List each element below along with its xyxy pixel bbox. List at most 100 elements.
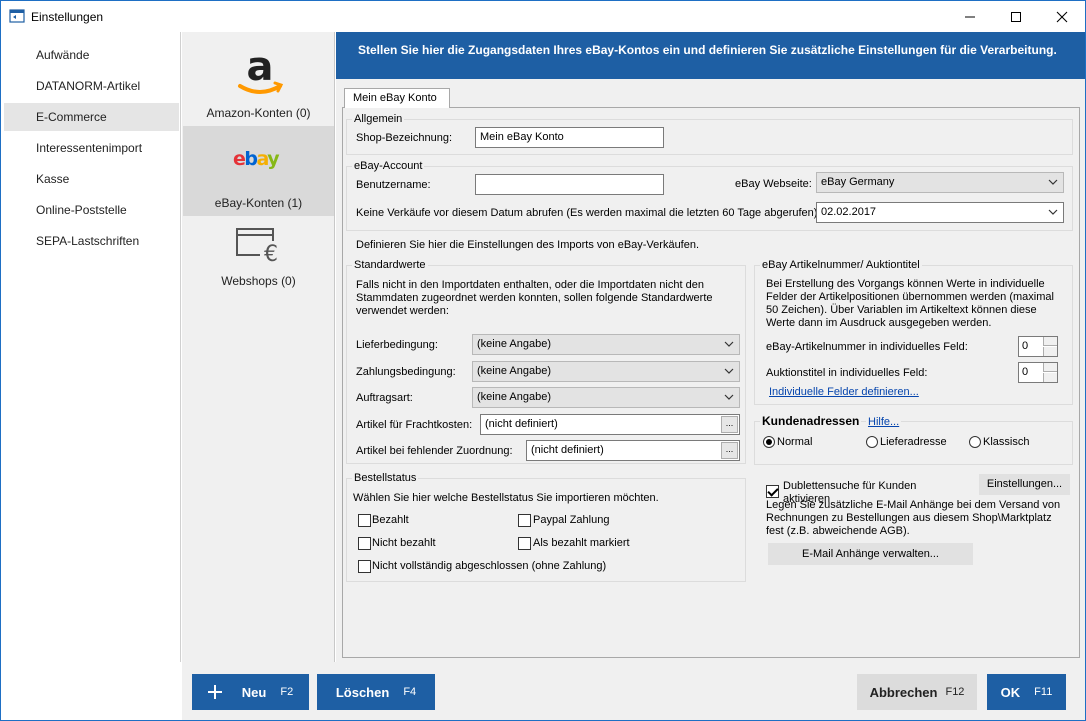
chevron-down-icon [724, 394, 734, 400]
status-bezahlt-label: Bezahlt [372, 514, 409, 526]
webshops-label: Webshops (0) [221, 274, 296, 288]
freight-article-field[interactable]: (nicht definiert) ... [480, 414, 740, 435]
status-unvollstaendig-checkbox[interactable] [358, 560, 371, 573]
group-ebay-account-title: eBay-Account [352, 160, 425, 172]
order-type-value: (keine Angabe) [477, 391, 551, 403]
date-picker[interactable]: 02.02.2017 [816, 202, 1064, 223]
payment-terms-label: Zahlungsbedingung: [356, 366, 456, 378]
ok-button-shortcut: F11 [1034, 686, 1053, 698]
shop-name-label: Shop-Bezeichnung: [356, 132, 453, 144]
nav-item-interessentenimport[interactable]: Interessentenimport [4, 134, 179, 162]
auction-title-field-label: Auktionstitel in individuelles Feld: [766, 367, 928, 379]
address-delivery-label: Lieferadresse [880, 436, 947, 448]
username-label: Benutzername: [356, 179, 431, 191]
missing-article-field[interactable]: (nicht definiert) ... [526, 440, 740, 461]
payment-terms-value: (keine Angabe) [477, 365, 551, 377]
info-banner: Stellen Sie hier die Zugangsdaten Ihres … [336, 32, 1085, 79]
ok-button[interactable]: OK F11 [987, 674, 1066, 710]
amazon-logo-icon: a [238, 44, 284, 94]
delete-button-label: Löschen [335, 684, 390, 700]
date-label: Keine Verkäufe vor diesem Datum abrufen … [356, 207, 821, 219]
address-delivery-radio[interactable] [866, 436, 878, 448]
bestellstatus-description: Wählen Sie hier welche Bestellstatus Sie… [353, 492, 659, 504]
svg-text:€: € [264, 242, 278, 264]
delivery-terms-select[interactable]: (keine Angabe) [472, 334, 740, 355]
account-type-ebay[interactable]: ebay eBay-Konten (1) [183, 126, 334, 216]
chevron-down-icon [724, 368, 734, 374]
missing-article-browse-button[interactable]: ... [721, 442, 738, 459]
import-heading: Definieren Sie hier die Einstellungen de… [356, 239, 700, 251]
status-nicht-bezahlt-label: Nicht bezahlt [372, 537, 436, 549]
account-type-webshops[interactable]: € Webshops (0) [183, 216, 334, 306]
ok-button-label: OK [1000, 684, 1021, 700]
chevron-down-icon [724, 341, 734, 347]
tab-mein-ebay-konto[interactable]: Mein eBay Konto [344, 88, 450, 108]
delivery-terms-value: (keine Angabe) [477, 338, 551, 350]
nav-item-sepa[interactable]: SEPA-Lastschriften [4, 227, 179, 255]
stepper-up-button[interactable] [1043, 337, 1057, 346]
chevron-down-icon [1048, 179, 1058, 185]
account-type-amazon[interactable]: a Amazon-Konten (0) [183, 36, 334, 126]
close-button[interactable] [1039, 1, 1085, 32]
maximize-button[interactable] [993, 1, 1039, 32]
stepper-down-button[interactable] [1043, 373, 1057, 382]
cancel-button[interactable]: Abbrechen F12 [857, 674, 977, 710]
stepper-down-button[interactable] [1043, 347, 1057, 356]
minimize-button[interactable] [947, 1, 993, 32]
window-title: Einstellungen [31, 10, 104, 24]
shop-name-input[interactable]: Mein eBay Konto [475, 127, 664, 148]
chevron-down-icon [1048, 209, 1058, 215]
close-icon [1056, 11, 1068, 22]
account-type-list: a Amazon-Konten (0) ebay eBay-Konten (1)… [182, 32, 335, 662]
freight-article-browse-button[interactable]: ... [721, 416, 738, 433]
status-unvollstaendig-label: Nicht vollständig abgeschlossen (ohne Za… [372, 560, 607, 572]
artikelnummer-description: Bei Erstellung des Vorgangs können Werte… [766, 278, 1054, 329]
title-bar: Einstellungen [1, 1, 1085, 32]
date-value: 02.02.2017 [821, 206, 877, 218]
customer-address-help-link[interactable]: Hilfe... [866, 416, 902, 428]
define-custom-fields-link[interactable]: Individuelle Felder definieren... [769, 386, 919, 398]
order-type-select[interactable]: (keine Angabe) [472, 387, 740, 408]
standardwerte-description: Falls nicht in den Importdaten enthalten… [356, 279, 713, 317]
nav-item-aufwaende[interactable]: Aufwände [4, 41, 179, 69]
manage-email-attachments-button[interactable]: E-Mail Anhänge verwalten... [768, 543, 973, 565]
ebay-logo-icon: ebay [233, 148, 282, 170]
nav-item-ecommerce[interactable]: E-Commerce [4, 103, 179, 131]
duplicate-settings-button[interactable]: Einstellungen... [979, 474, 1070, 495]
email-attachments-description: Legen Sie zusätzliche E-Mail Anhänge bei… [766, 499, 1061, 537]
username-input[interactable] [475, 174, 664, 195]
minimize-icon [965, 16, 975, 17]
cancel-button-shortcut: F12 [945, 686, 965, 698]
address-classic-radio[interactable] [969, 436, 981, 448]
delete-button-shortcut: F4 [403, 686, 417, 698]
website-label: eBay Webseite: [735, 178, 812, 190]
article-number-field-label: eBay-Artikelnummer in individuelles Feld… [766, 341, 968, 353]
duplicate-search-checkbox[interactable] [766, 485, 779, 498]
amazon-accounts-label: Amazon-Konten (0) [206, 106, 311, 120]
stepper-up-button[interactable] [1043, 363, 1057, 372]
status-markiert-label: Als bezahlt markiert [533, 537, 630, 549]
group-standardwerte-title: Standardwerte [352, 259, 428, 271]
nav-item-kasse[interactable]: Kasse [4, 165, 179, 193]
new-button[interactable]: Neu F2 [192, 674, 309, 710]
delete-button[interactable]: Löschen F4 [317, 674, 435, 710]
address-normal-radio[interactable] [763, 436, 775, 448]
nav-item-online-poststelle[interactable]: Online-Poststelle [4, 196, 179, 224]
status-markiert-checkbox[interactable] [518, 537, 531, 550]
app-icon [9, 9, 25, 23]
group-allgemein-title: Allgemein [352, 113, 405, 125]
status-nicht-bezahlt-checkbox[interactable] [358, 537, 371, 550]
missing-article-value: (nicht definiert) [531, 444, 604, 456]
group-bestellstatus-title: Bestellstatus [352, 472, 419, 484]
status-paypal-checkbox[interactable] [518, 514, 531, 527]
website-select[interactable]: eBay Germany [816, 172, 1064, 193]
delivery-terms-label: Lieferbedingung: [356, 339, 438, 351]
auction-title-field-stepper[interactable]: 0 [1018, 362, 1058, 383]
payment-terms-select[interactable]: (keine Angabe) [472, 361, 740, 382]
article-number-field-stepper[interactable]: 0 [1018, 336, 1058, 357]
auction-title-field-value: 0 [1022, 366, 1029, 378]
nav-item-datanorm[interactable]: DATANORM-Artikel [4, 72, 179, 100]
status-bezahlt-checkbox[interactable] [358, 514, 371, 527]
address-normal-label: Normal [777, 436, 813, 448]
webshop-euro-icon: € [236, 228, 282, 264]
